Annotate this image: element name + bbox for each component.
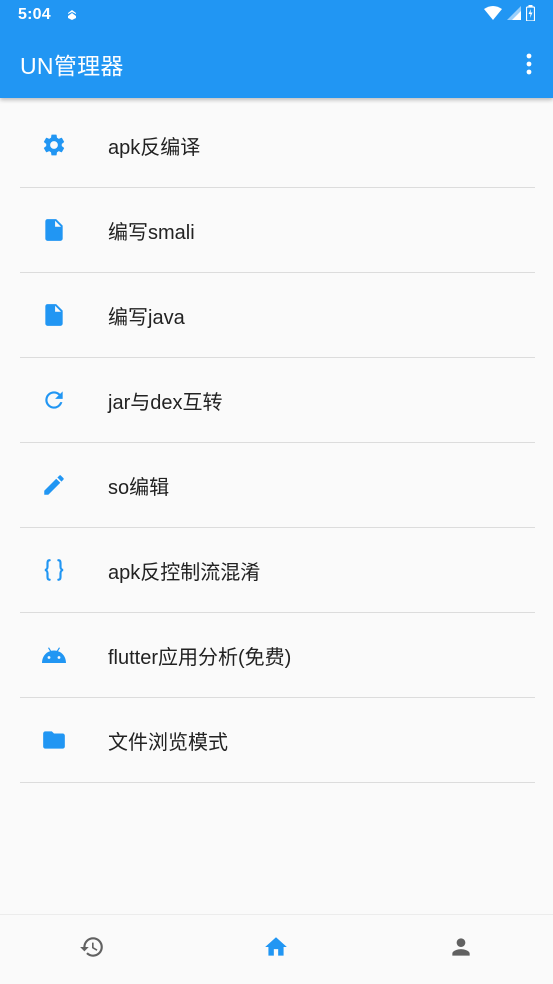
notification-icon (65, 8, 79, 22)
list-item-label: so编辑 (108, 476, 170, 499)
file-icon (20, 217, 88, 243)
list-item-label: 文件浏览模式 (108, 731, 228, 754)
list-item-write-smali[interactable]: 编写smali (20, 188, 535, 273)
code-braces-icon (20, 557, 88, 583)
toolbar: UN管理器 (0, 30, 553, 98)
wifi-icon (484, 5, 502, 25)
list-item-label: apk反编译 (108, 136, 201, 159)
more-vert-icon[interactable] (517, 52, 541, 76)
file-icon (20, 302, 88, 328)
history-icon (79, 934, 105, 965)
list-item-label: 编写java (108, 306, 185, 329)
android-icon (20, 642, 88, 668)
folder-icon (20, 727, 88, 753)
cell-signal-icon (507, 5, 521, 25)
list-item-label: 编写smali (108, 221, 195, 244)
nav-home[interactable] (184, 915, 368, 984)
app-bar: 5:04 UN管理器 (0, 0, 553, 98)
list-item-apk-decompile[interactable]: apk反编译 (20, 103, 535, 188)
list-item-so-edit[interactable]: so编辑 (20, 443, 535, 528)
person-icon (448, 934, 474, 965)
status-bar: 5:04 (0, 0, 553, 30)
refresh-icon (20, 387, 88, 413)
bottom-navigation (0, 914, 553, 984)
list-item-file-browser[interactable]: 文件浏览模式 (20, 698, 535, 783)
list-item-deobfuscate[interactable]: apk反控制流混淆 (20, 528, 535, 613)
nav-profile[interactable] (369, 915, 553, 984)
nav-history[interactable] (0, 915, 184, 984)
home-icon (263, 934, 289, 965)
list-item-label: jar与dex互转 (108, 391, 223, 414)
battery-icon (525, 4, 536, 26)
status-time: 5:04 (18, 6, 51, 23)
list-item-flutter-analyze[interactable]: flutter应用分析(免费) (20, 613, 535, 698)
list-item-write-java[interactable]: 编写java (20, 273, 535, 358)
gear-icon (20, 132, 88, 158)
list-item-jar-dex[interactable]: jar与dex互转 (20, 358, 535, 443)
feature-list: apk反编译 编写smali 编写java jar与dex互转 so编辑 apk… (20, 103, 535, 783)
pencil-icon (20, 472, 88, 498)
list-item-label: apk反控制流混淆 (108, 561, 261, 584)
app-title: UN管理器 (20, 53, 124, 79)
list-item-label: flutter应用分析(免费) (108, 646, 292, 669)
